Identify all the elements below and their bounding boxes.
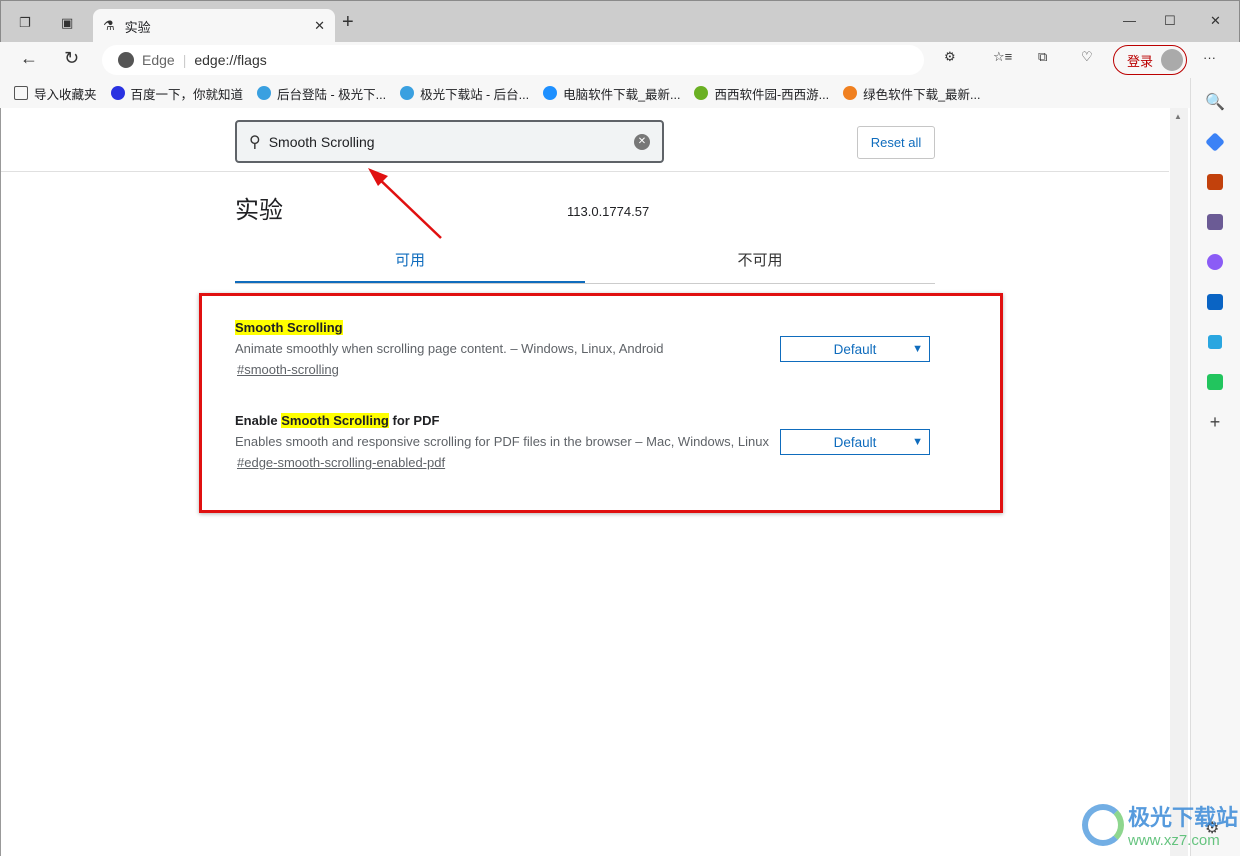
bookmarks-bar: 导入收藏夹 百度一下，你就知道 后台登陆 - 极光下... 极光下载站 - 后台...… xyxy=(0,78,1190,108)
flag-item: Smooth Scrolling Animate smoothly when s… xyxy=(235,320,935,377)
maximize-button[interactable]: ☐ xyxy=(1164,13,1176,29)
bookmark-label: 导入收藏夹 xyxy=(34,87,97,102)
login-label: 登录 xyxy=(1127,53,1154,69)
bookmark-icon xyxy=(14,86,28,100)
office-icon[interactable] xyxy=(1207,254,1223,270)
flag-link[interactable]: #edge-smooth-scrolling-enabled-pdf xyxy=(237,455,935,470)
chevron-down-icon: ▼ xyxy=(912,436,923,448)
bookmark-item[interactable]: 后台登陆 - 极光下... xyxy=(257,84,386,103)
bookmark-item[interactable]: 百度一下，你就知道 xyxy=(110,84,244,103)
iqiyi-icon[interactable] xyxy=(1207,374,1223,390)
flag-item: Enable Smooth Scrolling for PDF Enables … xyxy=(235,413,935,470)
bookmark-item[interactable]: 绿色软件下载_最新... xyxy=(843,84,980,103)
tab-title: 实验 xyxy=(124,19,151,35)
tab-unavailable[interactable]: 不可用 xyxy=(585,248,935,283)
back-icon[interactable]: ← xyxy=(20,48,38,69)
url-text[interactable]: edge://flags xyxy=(194,52,266,68)
send-icon[interactable] xyxy=(1208,335,1222,349)
watermark: 极光下载站 www.xz7.com xyxy=(1082,800,1238,849)
outlook-icon[interactable] xyxy=(1207,294,1223,310)
workspaces-icon[interactable]: ❐ xyxy=(19,15,31,31)
flask-icon: ⚗ xyxy=(103,18,115,33)
address-bar[interactable]: Edge | edge://flags xyxy=(102,45,924,75)
bookmark-label: 绿色软件下载_最新... xyxy=(863,87,981,102)
reset-all-button[interactable]: Reset all xyxy=(857,126,935,159)
bookmark-label: 百度一下，你就知道 xyxy=(130,87,244,102)
close-window-button[interactable]: ✕ xyxy=(1210,13,1221,29)
flag-select[interactable]: Default ▼ xyxy=(780,336,930,362)
add-icon[interactable]: + xyxy=(1205,412,1225,432)
bookmark-icon xyxy=(110,86,125,100)
collections-icon[interactable]: ⧉ xyxy=(1038,49,1047,65)
minimize-button[interactable]: — xyxy=(1123,13,1136,28)
new-tab-icon[interactable]: + xyxy=(342,11,354,34)
bookmark-label: 电脑软件下载_最新... xyxy=(563,87,681,102)
bookmark-label: 极光下载站 - 后台... xyxy=(420,87,530,102)
availability-tabs: 可用 不可用 xyxy=(235,248,935,284)
version: 113.0.1774.57 xyxy=(567,204,650,219)
flag-title: Enable Smooth Scrolling for PDF xyxy=(235,413,440,428)
tools-icon[interactable] xyxy=(1207,174,1223,190)
shopping-icon[interactable] xyxy=(1205,132,1225,152)
bookmark-icon xyxy=(843,86,858,100)
games-icon[interactable] xyxy=(1207,214,1223,230)
bookmark-item[interactable]: 西西软件园-西西游... xyxy=(694,84,829,103)
bookmark-icon xyxy=(257,86,272,100)
bookmark-item[interactable]: 极光下载站 - 后台... xyxy=(400,84,529,103)
edge-logo-icon xyxy=(118,52,134,68)
more-icon[interactable]: ··· xyxy=(1203,50,1216,65)
divider: | xyxy=(182,52,187,68)
search-icon: ⚲ xyxy=(249,133,261,151)
right-sidebar: 🔍 + ⚙ xyxy=(1190,78,1240,856)
extensions-icon[interactable]: ⚙ xyxy=(944,49,956,65)
favorites-icon[interactable]: ☆≡ xyxy=(993,49,1012,65)
flag-select[interactable]: Default ▼ xyxy=(780,429,930,455)
browser-essentials-icon[interactable]: ♡ xyxy=(1081,49,1093,65)
bookmark-label: 西西软件园-西西游... xyxy=(714,87,830,102)
site-label: Edge xyxy=(142,52,175,68)
search-input[interactable]: ⚲ Smooth Scrolling ✕ xyxy=(235,120,664,163)
bookmark-icon xyxy=(543,86,558,100)
page-title: 实验 xyxy=(235,197,283,224)
bookmark-item[interactable]: 电脑软件下载_最新... xyxy=(543,84,680,103)
refresh-icon[interactable]: ↻ xyxy=(64,48,79,69)
flag-title: Smooth Scrolling xyxy=(235,320,343,335)
flag-link[interactable]: #smooth-scrolling xyxy=(237,362,935,377)
clear-search-icon[interactable]: ✕ xyxy=(634,133,650,150)
search-icon[interactable]: 🔍 xyxy=(1205,92,1225,112)
tab-available[interactable]: 可用 xyxy=(235,248,585,283)
close-tab-icon[interactable]: ✕ xyxy=(314,18,325,34)
search-value: Smooth Scrolling xyxy=(268,133,375,150)
scrollbar[interactable]: ▲ xyxy=(1170,108,1188,856)
vertical-tabs-icon[interactable]: ▣ xyxy=(61,15,73,31)
login-button[interactable]: 登录 xyxy=(1113,45,1187,75)
bookmark-icon xyxy=(694,86,709,100)
annotation-arrow xyxy=(368,168,442,239)
bookmark-icon xyxy=(400,86,415,100)
bookmark-item[interactable]: 导入收藏夹 xyxy=(14,84,97,103)
chevron-down-icon: ▼ xyxy=(912,343,923,355)
tab-flags[interactable]: ⚗ 实验 ✕ xyxy=(93,9,335,43)
bookmark-label: 后台登陆 - 极光下... xyxy=(277,87,387,102)
avatar xyxy=(1161,49,1184,71)
tab-bar: ❐ ▣ ⚗ 实验 ✕ + — ☐ ✕ xyxy=(0,0,1240,43)
